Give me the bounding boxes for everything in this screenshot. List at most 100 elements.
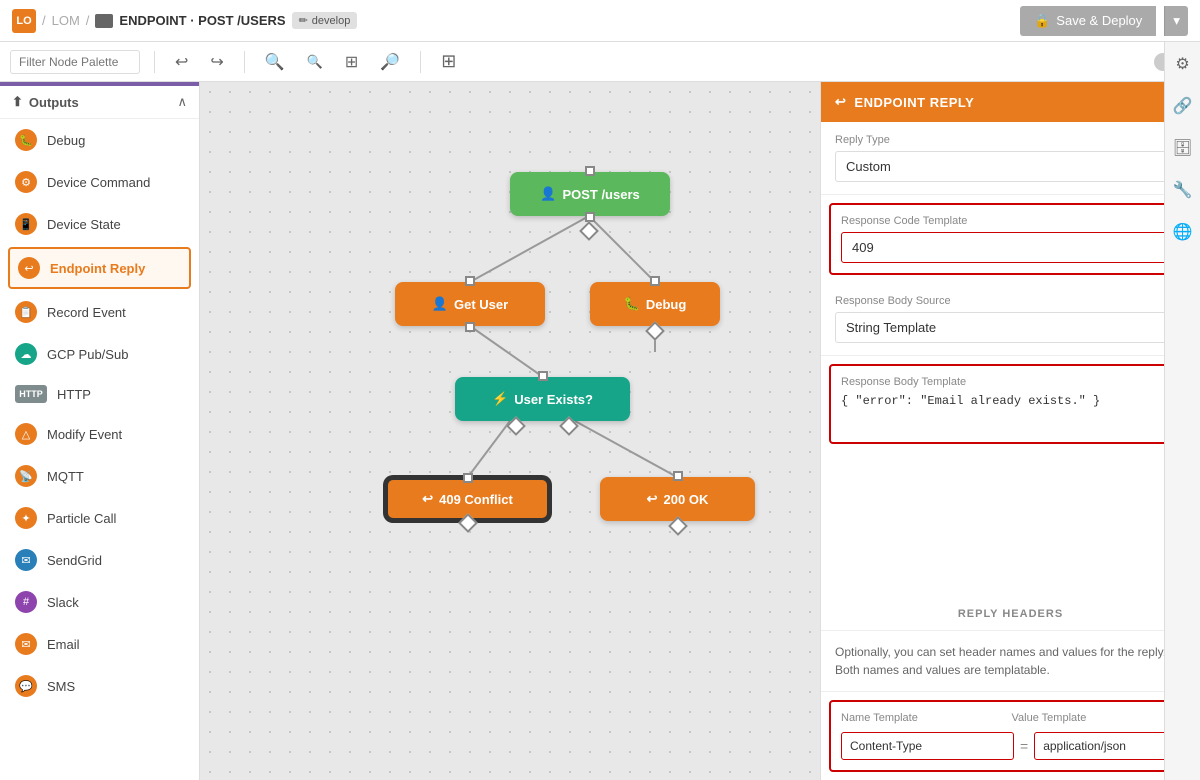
node-200-ok[interactable]: ↩ 200 OK (600, 477, 755, 521)
right-side-icons-panel: ⚙ 🔗 🗄 🔧 🌐 (1164, 42, 1200, 780)
sep2: / (86, 13, 90, 28)
node-user-exists[interactable]: ⚡ User Exists? (455, 377, 630, 421)
diamond-user-exists-right (559, 416, 579, 436)
sidebar-item-label-sms: SMS (47, 679, 75, 694)
pencil-icon: ✏ (299, 14, 308, 27)
sidebar-item-endpoint-reply[interactable]: ↩ Endpoint Reply (8, 247, 191, 289)
add-node-button[interactable]: ⊞ (435, 47, 462, 76)
port-user-exists-top (538, 371, 548, 381)
response-code-input[interactable] (841, 232, 1180, 263)
toolbar-separator-2 (244, 51, 245, 73)
value-template-label: Value Template (1012, 712, 1149, 724)
sidebar-item-label-modify-event: Modify Event (47, 427, 122, 442)
link-icon[interactable]: 🔗 (1169, 92, 1197, 120)
post-icon: 👤 (540, 186, 556, 202)
sidebar-item-gcp-pubsub[interactable]: ☁ GCP Pub/Sub (0, 333, 199, 375)
port-top (585, 166, 595, 176)
toolbar-separator-1 (154, 51, 155, 73)
sidebar-item-http[interactable]: HTTP HTTP (0, 375, 199, 413)
node-409-conflict[interactable]: ↩ 409 Conflict (385, 477, 550, 521)
debug-icon: 🐛 (15, 129, 37, 151)
reply-type-select[interactable]: Custom Default (835, 151, 1186, 182)
sidebar-item-modify-event[interactable]: △ Modify Event (0, 413, 199, 455)
sidebar-item-mqtt[interactable]: 📡 MQTT (0, 455, 199, 497)
upload-icon: ⬆ (12, 94, 23, 110)
save-deploy-button[interactable]: 🔒 Save & Deploy (1020, 6, 1156, 36)
node-post-users[interactable]: 👤 POST /users (510, 172, 670, 216)
logo: LO (12, 9, 36, 33)
zoom-out-button[interactable]: 🔍 (301, 50, 329, 74)
zoom-in-button[interactable]: 🔍 (259, 48, 291, 76)
settings-icon[interactable]: ⚙ (1171, 50, 1193, 78)
sidebar-item-sendgrid[interactable]: ✉ SendGrid (0, 539, 199, 581)
database-icon[interactable]: 🗄 (1168, 134, 1196, 162)
sidebar-item-label-http: HTTP (57, 387, 91, 402)
undo-button[interactable]: ↩ (169, 48, 194, 76)
email-icon: ✉ (15, 633, 37, 655)
sidebar-item-sms[interactable]: 💬 SMS (0, 665, 199, 707)
sidebar-header-title: ⬆ Outputs (12, 94, 79, 110)
header-name-input[interactable] (841, 732, 1014, 760)
fit-button[interactable]: ⊞ (339, 48, 364, 76)
node-get-user[interactable]: 👤 Get User (395, 282, 545, 326)
response-code-section: Response Code Template (829, 203, 1192, 275)
tools-icon[interactable]: 🔧 (1169, 176, 1197, 204)
node-debug[interactable]: 🐛 Debug (590, 282, 720, 326)
particle-call-icon: ✦ (15, 507, 37, 529)
sidebar-item-label-sendgrid: SendGrid (47, 553, 102, 568)
sidebar-item-label-endpoint-reply: Endpoint Reply (50, 261, 145, 276)
save-deploy-dropdown[interactable]: ▾ (1164, 6, 1188, 36)
sidebar-header: ⬆ Outputs ∧ (0, 86, 199, 119)
top-bar: LO / LOM / ENDPOINT · POST /USERS ✏ deve… (0, 0, 1200, 42)
diamond-200 (668, 516, 688, 536)
right-panel-title: ↩ ENDPOINT REPLY (835, 94, 974, 110)
toolbar: ↩ ↪ 🔍 🔍 ⊞ 🔎 ⊞ (0, 42, 1200, 82)
workflow-canvas[interactable]: 👤 POST /users 👤 Get User 🐛 Debug ⚡ User (200, 82, 820, 780)
sendgrid-icon: ✉ (15, 549, 37, 571)
header-equals: = (1020, 738, 1028, 754)
response-body-template-section: Response Body Template { "error": "Email… (829, 364, 1192, 444)
reply-header-icon: ↩ (835, 94, 846, 110)
lock-icon: 🔒 (1034, 13, 1050, 29)
breadcrumb: LO / LOM / ENDPOINT · POST /USERS ✏ deve… (12, 9, 357, 33)
globe-icon[interactable]: 🌐 (1169, 218, 1197, 246)
user-exists-icon: ⚡ (492, 391, 508, 407)
port-debug-top (650, 276, 660, 286)
node-get-user-label: Get User (454, 297, 508, 312)
right-panel-header: ↩ ENDPOINT REPLY ? (821, 82, 1200, 122)
port-200-top (673, 471, 683, 481)
sidebar-item-email[interactable]: ✉ Email (0, 623, 199, 665)
response-body-source-section: Response Body Source String Template Pay… (821, 283, 1200, 356)
sidebar-item-debug[interactable]: 🐛 Debug (0, 119, 199, 161)
response-body-source-select[interactable]: String Template Payload Path (835, 312, 1186, 343)
reply-headers-title: REPLY HEADERS (835, 608, 1186, 620)
sidebar-item-label-gcp-pubsub: GCP Pub/Sub (47, 347, 128, 362)
record-event-icon: 📋 (15, 301, 37, 323)
debug-node-icon: 🐛 (624, 296, 640, 312)
port-409-top (463, 473, 473, 483)
node-user-exists-label: User Exists? (514, 392, 593, 407)
branch-tag[interactable]: ✏ develop (292, 12, 358, 29)
sidebar-item-particle-call[interactable]: ✦ Particle Call (0, 497, 199, 539)
slack-icon: # (15, 591, 37, 613)
header-input-row: = − (841, 732, 1180, 760)
sidebar-item-label-device-state: Device State (47, 217, 121, 232)
node-debug-label: Debug (646, 297, 686, 312)
sidebar-item-device-state[interactable]: 📱 Device State (0, 203, 199, 245)
reply-headers-section: REPLY HEADERS (821, 598, 1200, 631)
endpoint-reply-icon: ↩ (18, 257, 40, 279)
sidebar-item-record-event[interactable]: 📋 Record Event (0, 291, 199, 333)
sidebar-collapse-button[interactable]: ∧ (177, 94, 187, 110)
sidebar: ⬆ Outputs ∧ 🐛 Debug ⚙ Device Command 📱 D… (0, 82, 200, 780)
sidebar-item-device-command[interactable]: ⚙ Device Command (0, 161, 199, 203)
diamond-409 (458, 513, 478, 533)
name-template-label: Name Template (841, 712, 978, 724)
get-user-icon: 👤 (432, 296, 448, 312)
sidebar-item-slack[interactable]: # Slack (0, 581, 199, 623)
redo-button[interactable]: ↪ (204, 48, 229, 76)
response-body-template-label: Response Body Template (841, 376, 1180, 388)
sidebar-item-label-particle-call: Particle Call (47, 511, 116, 526)
diamond-user-exists-left (506, 416, 526, 436)
search-button[interactable]: 🔎 (374, 48, 406, 76)
filter-input[interactable] (10, 50, 140, 74)
